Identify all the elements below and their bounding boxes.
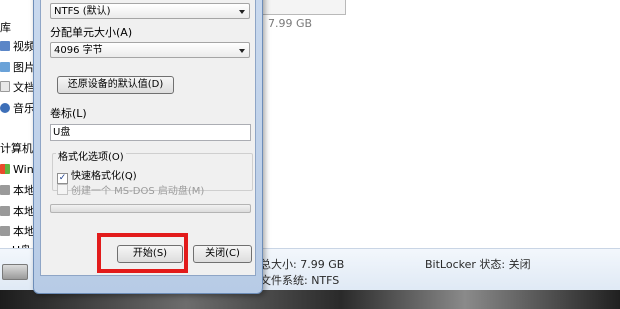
usb-drive-icon <box>2 264 28 280</box>
nav-item-label: 视频 <box>13 40 35 53</box>
bitlocker-status-text: BitLocker 状态: 关闭 <box>425 258 531 271</box>
nav-item-local-disk-1[interactable]: 本地 <box>0 183 35 199</box>
nav-item-label: 本地 <box>13 225 35 238</box>
start-button-highlight <box>97 233 188 273</box>
allocation-unit-label: 分配单元大小(A) <box>50 26 133 39</box>
chevron-down-icon <box>239 49 245 53</box>
format-progress-bar <box>50 204 251 213</box>
close-button[interactable]: 关闭(C) <box>193 245 252 263</box>
allocation-unit-select[interactable]: 4096 字节 <box>50 42 250 58</box>
local-disk-icon <box>0 226 10 236</box>
nav-item-videos[interactable]: 视频 <box>0 39 35 55</box>
nav-item-documents[interactable]: 文档 <box>0 80 35 96</box>
local-disk-icon <box>0 206 10 216</box>
nav-item-label: 本地 <box>13 184 35 197</box>
msdos-startup-option: 创建一个 MS-DOS 启动盘(M) <box>57 182 204 197</box>
nav-item-label: 文档 <box>13 81 35 94</box>
nav-item-local-disk-3[interactable]: 本地 <box>0 224 35 240</box>
video-icon <box>0 41 10 51</box>
allocation-unit-value: 4096 字节 <box>54 45 103 56</box>
nav-item-label: 图片 <box>13 61 35 74</box>
nav-item-label: 库 <box>0 21 11 34</box>
format-options-title: 格式化选项(O) <box>56 148 126 163</box>
restore-defaults-button[interactable]: 还原设备的默认值(D) <box>57 76 174 94</box>
msdos-startup-checkbox <box>57 184 68 195</box>
file-system-value: NTFS (默认) <box>54 6 111 17</box>
msdos-startup-label: 创建一个 MS-DOS 启动盘(M) <box>71 186 205 197</box>
music-icon <box>0 103 10 113</box>
quick-format-label: 快速格式化(Q) <box>71 171 137 182</box>
nav-item-music[interactable]: 音乐 <box>0 101 35 117</box>
picture-icon <box>0 62 10 72</box>
volume-label-label: 卷标(L) <box>50 107 87 120</box>
volume-label-input[interactable]: U盘 <box>50 124 251 141</box>
nav-item-local-disk-2[interactable]: 本地 <box>0 204 35 220</box>
nav-item-label: 本地 <box>13 205 35 218</box>
nav-item-computer[interactable]: 计算机 <box>0 141 33 157</box>
nav-item-label: 计算机 <box>0 142 33 155</box>
total-size-text: 总大小: 7.99 GB <box>260 258 345 271</box>
local-disk-icon <box>0 185 10 195</box>
drive-capacity-bar <box>262 0 346 15</box>
nav-item-label: 音乐 <box>13 102 35 115</box>
navigation-pane: 库 视频 图片 文档 音乐 计算机 Win 本地 本地 本地 U盘 <box>0 0 36 290</box>
document-icon <box>0 81 10 92</box>
drive-capacity-text: 7.99 GB <box>268 17 313 30</box>
nav-item-label: Win <box>13 163 34 176</box>
nav-item-library[interactable]: 库 <box>0 20 11 36</box>
nav-item-pictures[interactable]: 图片 <box>0 60 35 76</box>
nav-item-windows-drive[interactable]: Win <box>0 162 34 178</box>
windows-drive-icon <box>0 164 10 174</box>
chevron-down-icon <box>239 10 245 14</box>
file-system-select[interactable]: NTFS (默认) <box>50 3 250 19</box>
file-system-text: 文件系统: NTFS <box>260 274 340 287</box>
